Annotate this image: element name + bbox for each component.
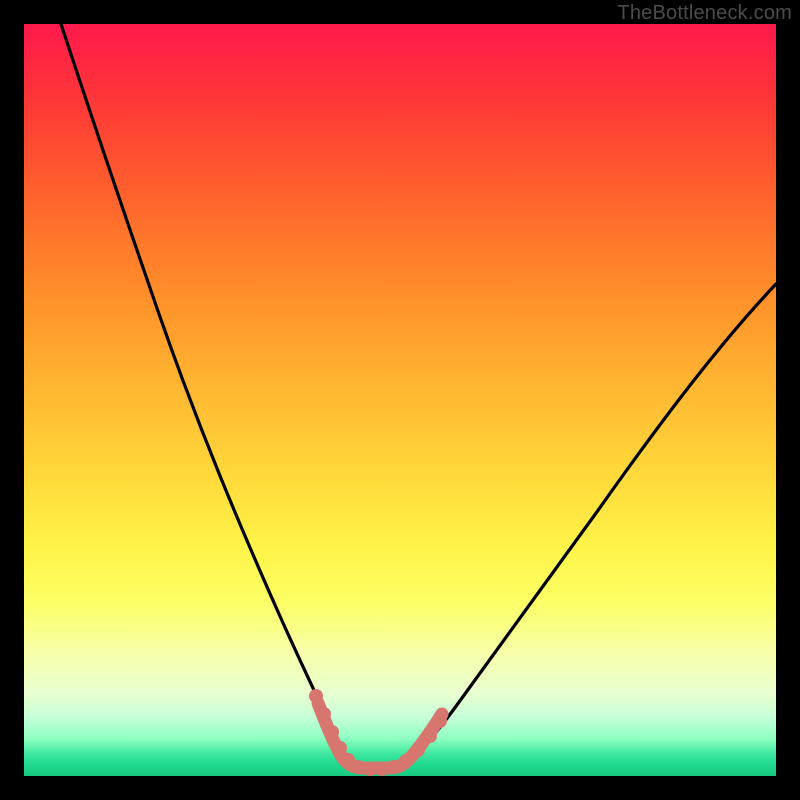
watermark-text: TheBottleneck.com	[617, 2, 792, 25]
chart-frame: TheBottleneck.com	[0, 0, 800, 800]
curve-layer	[24, 24, 776, 776]
bottleneck-curve	[61, 24, 776, 766]
plot-area	[24, 24, 776, 776]
